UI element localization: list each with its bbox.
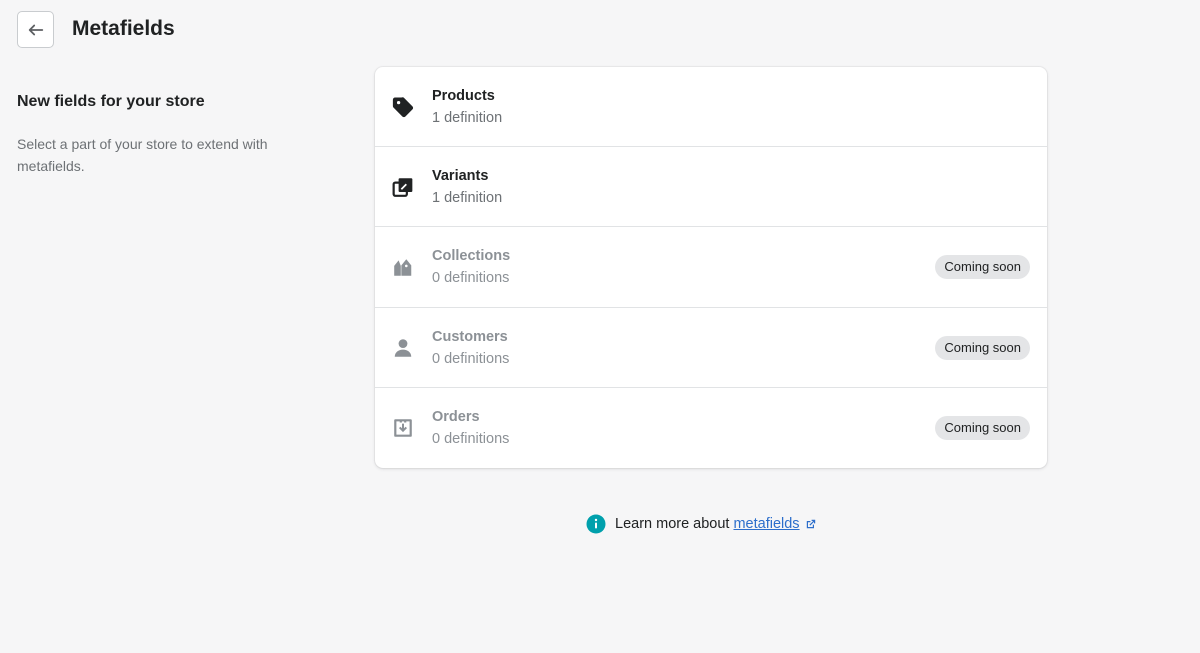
learn-more-footer: Learn more about metafields xyxy=(586,514,817,534)
info-icon xyxy=(586,514,606,534)
order-icon xyxy=(391,416,415,440)
external-link-icon[interactable] xyxy=(805,518,817,530)
resource-title: Variants xyxy=(432,168,489,185)
metafield-resources-card: Products 1 definition Variants 1 definit… xyxy=(375,67,1047,468)
arrow-left-icon xyxy=(28,24,43,35)
collections-icon xyxy=(391,255,415,279)
resource-title: Orders xyxy=(432,408,480,425)
resource-row-products[interactable]: Products 1 definition xyxy=(375,67,1047,148)
back-button[interactable] xyxy=(17,11,54,48)
customer-icon xyxy=(391,336,415,360)
resource-definition-count: 1 definition xyxy=(432,190,503,207)
resource-definition-count: 0 definitions xyxy=(432,270,510,287)
resource-definition-count: 1 definition xyxy=(432,110,503,126)
coming-soon-badge: Coming soon xyxy=(935,255,1030,280)
page-title: Metafields xyxy=(72,17,175,40)
tag-icon xyxy=(391,95,415,119)
resource-definition-count: 0 definitions xyxy=(432,430,510,447)
resource-row-customers[interactable]: Customers 0 definitions Coming soon xyxy=(375,308,1047,388)
coming-soon-badge: Coming soon xyxy=(935,335,1030,360)
resource-row-variants[interactable]: Variants 1 definition xyxy=(375,147,1047,228)
resource-row-orders[interactable]: Orders 0 definitions Coming soon xyxy=(375,388,1047,468)
variants-icon xyxy=(391,175,415,199)
resource-title: Customers xyxy=(432,328,508,345)
section-description: Select a part of your store to extend wi… xyxy=(17,136,268,174)
resource-title: Collections xyxy=(432,248,511,265)
resource-definition-count: 0 definitions xyxy=(432,350,510,367)
section-heading: New fields for your store xyxy=(17,93,205,110)
metafields-link[interactable]: metafields xyxy=(733,516,799,532)
resource-row-collections[interactable]: Collections 0 definitions Coming soon xyxy=(375,227,1047,308)
learn-more-text: Learn more about xyxy=(615,516,730,532)
coming-soon-badge: Coming soon xyxy=(935,415,1030,440)
resource-title: Products xyxy=(432,88,495,104)
